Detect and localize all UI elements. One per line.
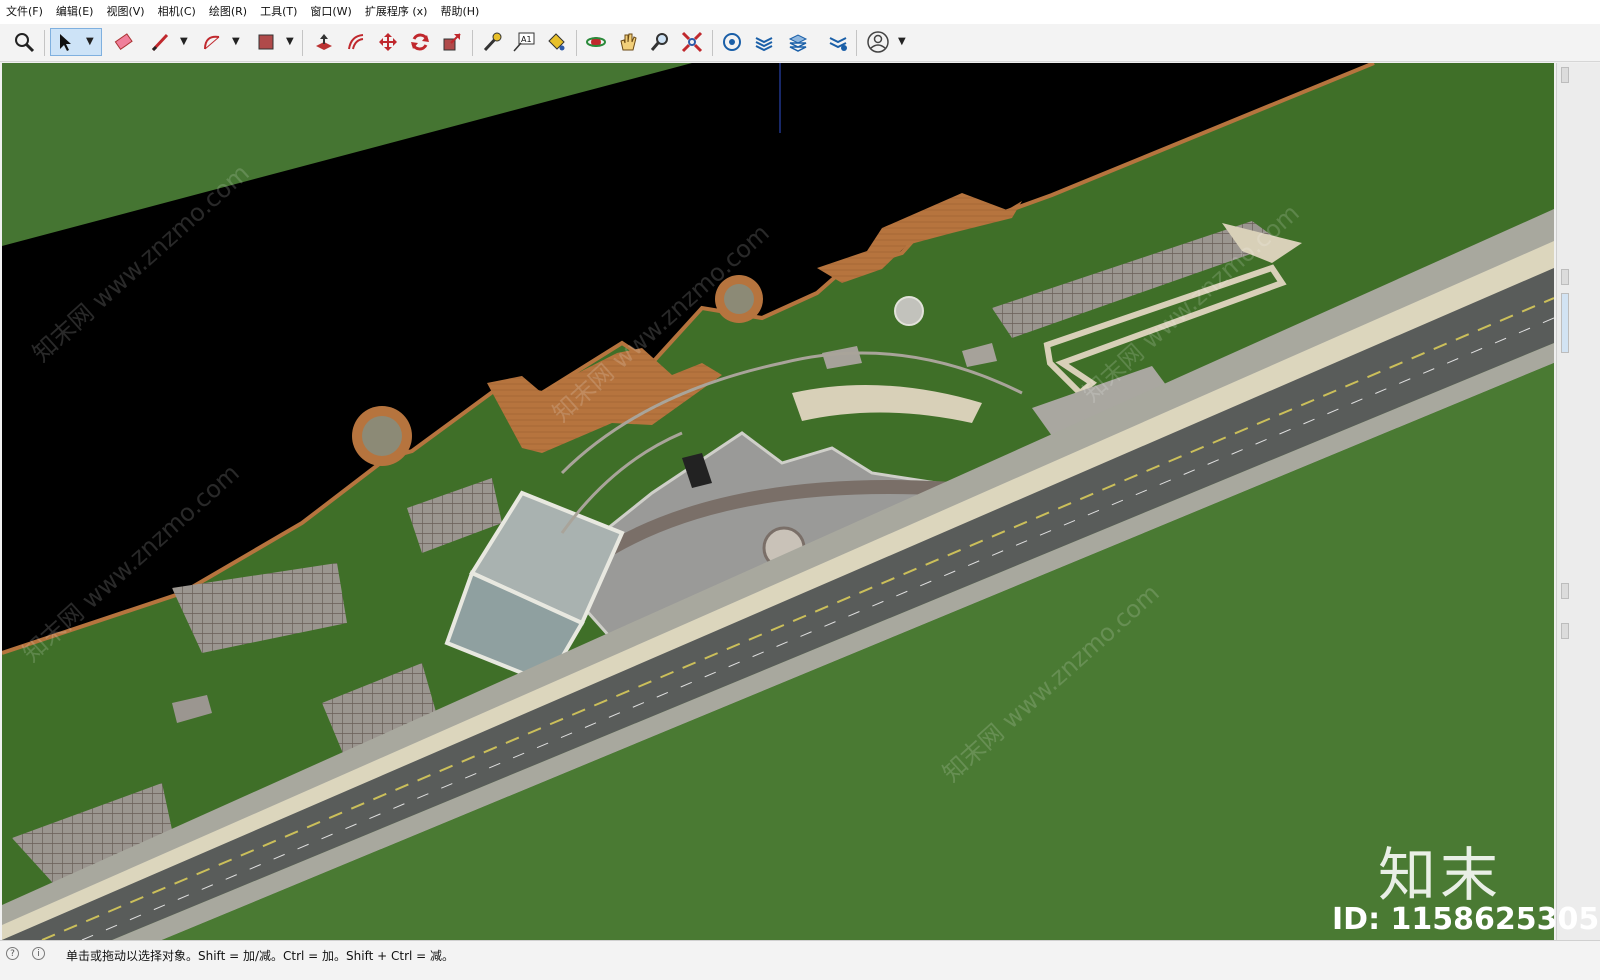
panel-tab[interactable] <box>1561 67 1569 83</box>
menu-edit[interactable]: 编辑(E) <box>56 0 94 24</box>
select-dropdown-icon[interactable]: ▼ <box>86 36 94 47</box>
eraser-icon <box>114 33 133 50</box>
zoom-extents-icon <box>15 33 35 53</box>
toolbar-separator <box>472 30 473 56</box>
scale-tool[interactable] <box>438 28 466 56</box>
move-tool[interactable] <box>374 28 402 56</box>
round-platform-right-inner <box>724 284 754 314</box>
extension-icon <box>755 37 773 52</box>
extension-tool[interactable] <box>750 28 778 56</box>
tape-measure-icon <box>483 32 502 52</box>
account-dropdown-icon[interactable]: ▼ <box>898 36 906 47</box>
warehouse-icon <box>723 33 741 51</box>
account-icon <box>867 31 889 53</box>
select-icon <box>60 34 71 51</box>
text-icon: A1 <box>513 32 535 52</box>
menu-tools[interactable]: 工具(T) <box>260 0 297 24</box>
panel-tab[interactable] <box>1561 623 1569 639</box>
panel-tab[interactable] <box>1561 269 1569 285</box>
layers-tool[interactable] <box>784 28 812 56</box>
site-model-view[interactable]: 知末网 www.znzmo.com 知末网 www.znzmo.com 知末网 … <box>2 63 1554 940</box>
paint-bucket-tool[interactable] <box>542 28 570 56</box>
model-viewport[interactable]: 知末网 www.znzmo.com 知末网 www.znzmo.com 知末网 … <box>2 63 1554 940</box>
extension-manager-icon <box>829 37 847 51</box>
paint-bucket-icon <box>548 33 565 51</box>
layers-icon <box>788 34 808 52</box>
menu-bar: 文件(F) 编辑(E) 视图(V) 相机(C) 绘图(R) 工具(T) 窗口(W… <box>0 0 1600 24</box>
line-tool[interactable] <box>146 28 174 56</box>
text-tool-label: A1 <box>521 35 532 44</box>
pan-icon <box>620 33 637 51</box>
rotate-icon <box>411 33 429 51</box>
toolbar-separator <box>44 30 45 56</box>
zoom-extents-tool[interactable] <box>10 28 38 56</box>
scale-icon <box>443 33 461 51</box>
menu-file[interactable]: 文件(F) <box>6 0 43 24</box>
text-tool[interactable]: A1 <box>510 28 538 56</box>
account-button[interactable] <box>864 28 892 56</box>
orbit-icon <box>586 37 606 47</box>
menu-window[interactable]: 窗口(W) <box>310 0 351 24</box>
orbit-tool[interactable] <box>582 28 610 56</box>
line-icon <box>151 33 169 52</box>
rotate-tool[interactable] <box>406 28 434 56</box>
zoom-tool[interactable] <box>646 28 674 56</box>
toolbar-separator <box>712 30 713 56</box>
toolbar-separator <box>302 30 303 56</box>
toolbar-separator <box>856 30 857 56</box>
round-platform-left-inner <box>362 416 402 456</box>
menu-help[interactable]: 帮助(H) <box>440 0 479 24</box>
watermark-id: ID: 1158625305 <box>1332 902 1600 937</box>
shape-icon <box>258 34 274 50</box>
menu-extensions[interactable]: 扩展程序 (x) <box>365 0 428 24</box>
zoom-icon <box>650 33 668 51</box>
watermark-logo: 知末 <box>1378 841 1503 909</box>
offset-icon <box>348 34 364 50</box>
status-bar: ? i 单击或拖动以选择对象。Shift = 加/减。Ctrl = 加。Shif… <box>0 940 1600 980</box>
pan-tool[interactable] <box>614 28 642 56</box>
select-tool[interactable] <box>50 28 102 56</box>
push-pull-icon <box>316 34 332 50</box>
shape-tool[interactable] <box>252 28 280 56</box>
status-message: 单击或拖动以选择对象。Shift = 加/减。Ctrl = 加。Shift + … <box>66 949 455 963</box>
right-panel-strip <box>1556 63 1600 940</box>
toolbar: ▼ ▼ ▼ ▼ A1 ▼ <box>0 24 1600 62</box>
zoom-window-icon <box>681 31 703 53</box>
panel-tab[interactable] <box>1561 293 1569 353</box>
menu-view[interactable]: 视图(V) <box>106 0 144 24</box>
arc-icon <box>204 35 220 50</box>
line-dropdown-icon[interactable]: ▼ <box>180 36 188 47</box>
arc-tool[interactable] <box>198 28 226 56</box>
tape-measure-tool[interactable] <box>478 28 506 56</box>
toolbar-separator <box>576 30 577 56</box>
eraser-tool[interactable] <box>110 28 138 56</box>
extension-manager-tool[interactable] <box>824 28 852 56</box>
zoom-window-tool[interactable] <box>678 28 706 56</box>
credits-icon[interactable]: i <box>32 947 45 960</box>
menu-camera[interactable]: 相机(C) <box>158 0 196 24</box>
round-feature <box>894 296 924 326</box>
offset-tool[interactable] <box>342 28 370 56</box>
panel-tab[interactable] <box>1561 583 1569 599</box>
move-icon <box>379 33 397 51</box>
geo-location-icon[interactable]: ? <box>6 947 19 960</box>
shape-dropdown-icon[interactable]: ▼ <box>286 36 294 47</box>
arc-dropdown-icon[interactable]: ▼ <box>232 36 240 47</box>
push-pull-tool[interactable] <box>310 28 338 56</box>
warehouse-tool[interactable] <box>718 28 746 56</box>
menu-draw[interactable]: 绘图(R) <box>209 0 247 24</box>
